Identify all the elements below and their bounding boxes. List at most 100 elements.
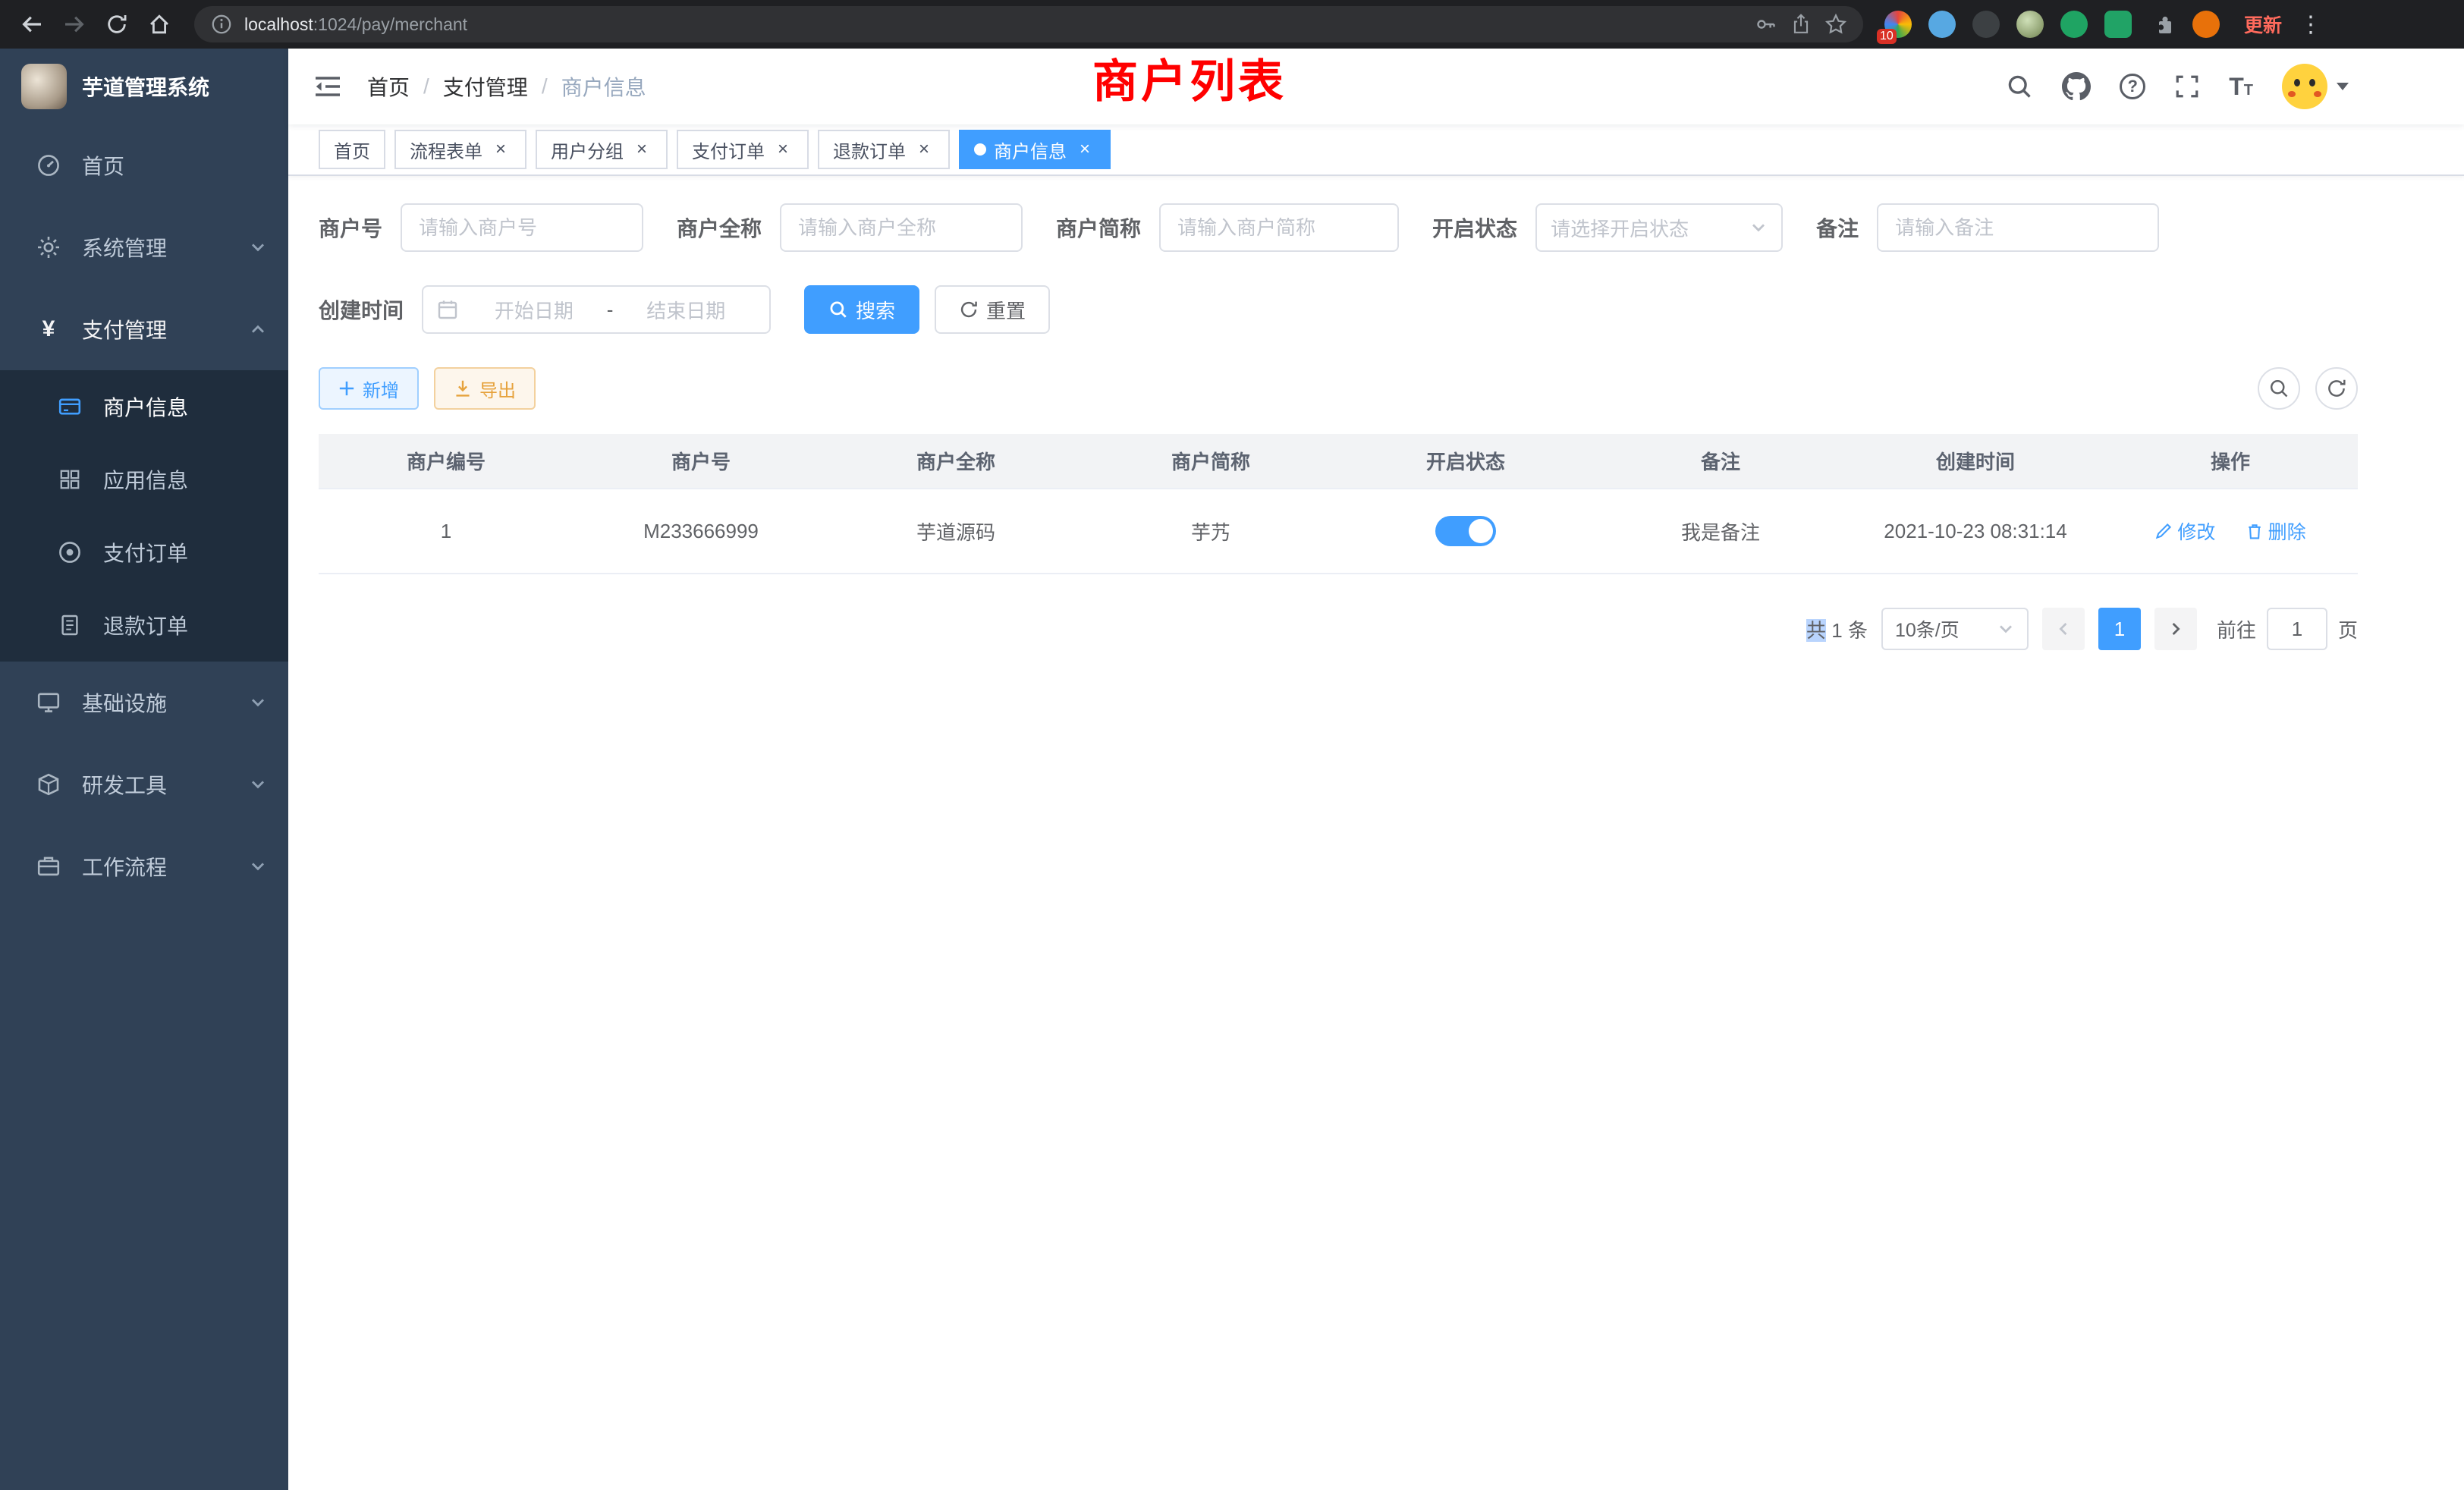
table-row: 1 M233666999 芋道源码 芋艿 我是备注 2021-10-23 08:… [319, 489, 2358, 574]
sidebar-item-workflow[interactable]: 工作流程 [0, 825, 288, 907]
url-path: :1024/pay/merchant [313, 14, 467, 34]
reset-button[interactable]: 重置 [935, 285, 1050, 334]
sidebar-item-payment[interactable]: 支付管理 [0, 288, 288, 370]
field-label: 备注 [1816, 212, 1859, 243]
sidebar-item-merchant-info[interactable]: 商户信息 [0, 370, 288, 443]
prev-page-button[interactable] [2042, 608, 2085, 650]
cell-merchant-name: 芋道源码 [828, 489, 1083, 574]
column-header: 商户号 [574, 434, 828, 489]
app-window: 芋道管理系统 首页 系统管理 支付管理 [0, 49, 2464, 1490]
filter-row-2: 创建时间 开始日期 - 结束日期 搜索 [319, 285, 2358, 334]
tab-label: 商户信息 [994, 137, 1067, 163]
sidebar-item-label: 退款订单 [103, 610, 267, 640]
tab-close-icon[interactable] [772, 139, 794, 160]
extension-icon-3[interactable] [1972, 11, 2000, 38]
sidebar-logo[interactable]: 芋道管理系统 [0, 49, 288, 124]
refresh-button[interactable] [2315, 367, 2358, 410]
address-bar[interactable]: localhost:1024/pay/merchant [194, 6, 1863, 42]
extension-icon-4[interactable] [2016, 11, 2044, 38]
yen-icon [30, 316, 67, 342]
help-icon[interactable] [2120, 74, 2145, 99]
next-page-button[interactable] [2154, 608, 2197, 650]
browser-update-button[interactable]: 更新 [2244, 11, 2282, 38]
extension-icon-1[interactable]: 10 [1884, 11, 1912, 38]
app-title: 芋道管理系统 [82, 71, 209, 102]
remark-input[interactable] [1877, 203, 2159, 252]
merchant-no-input[interactable] [401, 203, 643, 252]
profile-avatar-icon[interactable] [2192, 11, 2220, 38]
password-key-icon[interactable] [1754, 12, 1778, 36]
chevron-down-icon [249, 857, 267, 875]
github-icon[interactable] [2062, 72, 2091, 101]
search-icon[interactable] [2006, 73, 2033, 100]
user-menu[interactable] [2282, 64, 2349, 109]
hamburger-icon[interactable] [313, 71, 343, 102]
search-button[interactable]: 搜索 [804, 285, 919, 334]
site-info-icon[interactable] [209, 12, 234, 36]
export-button[interactable]: 导出 [434, 367, 536, 410]
merchant-name-input[interactable] [780, 203, 1023, 252]
breadcrumb-payment[interactable]: 支付管理 [443, 71, 528, 102]
browser-back-button[interactable] [12, 5, 52, 44]
tab-close-icon[interactable] [631, 139, 652, 160]
merchant-short-input[interactable] [1159, 203, 1399, 252]
tab-close-icon[interactable] [913, 139, 935, 160]
tab-close-icon[interactable] [490, 139, 511, 160]
user-avatar [2282, 64, 2327, 109]
sidebar-item-app-info[interactable]: 应用信息 [0, 443, 288, 516]
browser-reload-button[interactable] [97, 5, 137, 44]
breadcrumb-home[interactable]: 首页 [367, 71, 410, 102]
font-size-icon[interactable] [2229, 73, 2253, 101]
sidebar-item-label: 支付订单 [103, 537, 267, 567]
sidebar-item-pay-order[interactable]: 支付订单 [0, 516, 288, 589]
url-text: localhost:1024/pay/merchant [244, 14, 1743, 35]
sidebar-item-label: 研发工具 [82, 769, 249, 800]
tab-refund-order[interactable]: 退款订单 [818, 130, 950, 169]
add-button[interactable]: 新增 [319, 367, 419, 410]
extensions-puzzle-icon[interactable] [2148, 11, 2176, 38]
sidebar-item-label: 支付管理 [82, 314, 249, 344]
sidebar-item-system[interactable]: 系统管理 [0, 206, 288, 288]
sidebar-item-infrastructure[interactable]: 基础设施 [0, 662, 288, 743]
extension-icon-5[interactable] [2060, 11, 2088, 38]
extension-icon-6[interactable] [2104, 11, 2132, 38]
merchant-table: 商户编号 商户号 商户全称 商户简称 开启状态 备注 创建时间 操作 1 [319, 434, 2358, 574]
active-dot [974, 143, 986, 156]
page-size-select[interactable]: 10条/页 [1881, 608, 2029, 650]
tab-close-icon[interactable] [1074, 139, 1095, 160]
sidebar-item-dev-tools[interactable]: 研发工具 [0, 743, 288, 825]
browser-forward-button[interactable] [55, 5, 94, 44]
pagination: 共 1 条 10条/页 1 前往 页 [319, 608, 2358, 650]
status-toggle[interactable] [1435, 516, 1496, 546]
fullscreen-icon[interactable] [2174, 74, 2200, 99]
page-1-button[interactable]: 1 [2098, 608, 2141, 650]
merchant-short-field: 商户简称 [1056, 203, 1399, 252]
chevron-down-icon [1749, 218, 1768, 237]
browser-home-button[interactable] [140, 5, 179, 44]
date-range-picker[interactable]: 开始日期 - 结束日期 [422, 285, 771, 334]
tab-pay-order[interactable]: 支付订单 [677, 130, 809, 169]
right-toolbar [2258, 367, 2358, 410]
url-host: localhost [244, 14, 313, 34]
chevron-down-icon [1997, 620, 2015, 638]
sidebar-item-label: 系统管理 [82, 232, 249, 262]
create-time-field: 创建时间 开始日期 - 结束日期 [319, 285, 771, 334]
field-label: 创建时间 [319, 294, 404, 325]
breadcrumb-current: 商户信息 [561, 71, 646, 102]
tab-merchant-info[interactable]: 商户信息 [959, 130, 1111, 169]
sidebar-item-home[interactable]: 首页 [0, 124, 288, 206]
share-icon[interactable] [1789, 12, 1813, 36]
monitor-icon [30, 690, 67, 715]
delete-link[interactable]: 删除 [2246, 517, 2306, 545]
tab-process-form[interactable]: 流程表单 [394, 130, 526, 169]
sidebar-item-refund-order[interactable]: 退款订单 [0, 589, 288, 662]
bookmark-star-icon[interactable] [1824, 12, 1848, 36]
extension-icon-2[interactable] [1928, 11, 1956, 38]
edit-link[interactable]: 修改 [2154, 517, 2215, 545]
tab-user-group[interactable]: 用户分组 [536, 130, 668, 169]
goto-page-input[interactable] [2267, 608, 2327, 650]
toggle-search-button[interactable] [2258, 367, 2300, 410]
status-select[interactable]: 请选择开启状态 [1535, 203, 1783, 252]
browser-menu-icon[interactable] [2297, 8, 2324, 41]
tab-home[interactable]: 首页 [319, 130, 385, 169]
